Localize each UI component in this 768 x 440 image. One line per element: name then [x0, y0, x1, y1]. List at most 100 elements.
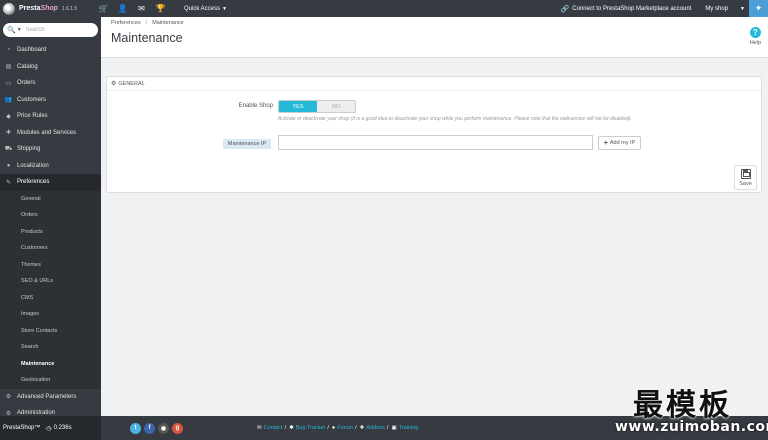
sidebar-item-dashboard[interactable]: ◔ Dashboard: [0, 42, 101, 59]
sidebar-subitem-images[interactable]: Images: [0, 306, 101, 323]
book-icon: ▣: [391, 425, 397, 431]
sidebar-subitem-search[interactable]: Search: [0, 339, 101, 356]
page-title: Maintenance: [111, 31, 183, 45]
sidebar-item-preferences[interactable]: ✎ Preferences: [0, 174, 101, 191]
sidebar-item-customers[interactable]: 👥 Customers: [0, 92, 101, 109]
enable-shop-toggle: YES NO: [278, 100, 356, 113]
truck-icon: ⛟: [4, 146, 13, 153]
sidebar-subitem-cms[interactable]: CMS: [0, 289, 101, 306]
sidebar-item-label: Modules and Services: [17, 129, 77, 136]
header-shortcuts: 🛒 👤 ✉ 🏆: [94, 0, 170, 17]
sidebar-subitem-seo-urls[interactable]: SEO & URLs: [0, 273, 101, 290]
search-icon[interactable]: 🔍: [7, 26, 16, 34]
facebook-icon[interactable]: f: [144, 422, 155, 434]
footer-load-time: 0.236s: [53, 425, 72, 431]
enable-shop-label: Enable Shop: [238, 103, 273, 109]
question-icon: ?: [749, 27, 761, 38]
footer-link-addons[interactable]: Addons: [366, 425, 385, 431]
sidebar-item-orders[interactable]: ▭ Orders: [0, 75, 101, 92]
cogs-icon: ⚙: [5, 394, 12, 401]
sidebar-item-localization[interactable]: ● Localization: [0, 158, 101, 175]
sidebar-subitem-customers[interactable]: Customers: [0, 240, 101, 257]
connect-label: Connect to PrestaShop Marketplace accoun…: [572, 5, 692, 12]
sidebar-item-catalog[interactable]: ▤ Catalog: [0, 59, 101, 76]
search-input[interactable]: [25, 27, 86, 33]
sidebar-menu: ◔ Dashboard ▤ Catalog ▭ Orders 👥 Customers ◆ Pric…: [0, 42, 101, 191]
sidebar-subitem-general[interactable]: General: [0, 190, 101, 207]
sidebar-search: 🔍 ▼: [0, 17, 101, 42]
footer-link-training[interactable]: Training: [399, 425, 419, 431]
caret-down-icon[interactable]: ▼: [740, 6, 745, 12]
tag-icon: ◆: [6, 113, 11, 120]
cart-icon[interactable]: 🛒: [94, 0, 113, 17]
sidebar-submenu: General Orders Products Customers Themes SEO …: [0, 190, 101, 389]
puzzle-icon[interactable]: ✦: [749, 0, 768, 17]
sidebar-menu-after: ⚙ Advanced Parameters ⚙ Administration: [0, 389, 101, 416]
add-my-ip-button[interactable]: + Add my IP: [598, 136, 641, 150]
caret-down-icon[interactable]: ▼: [17, 27, 22, 33]
cogs-icon: ⚙: [111, 81, 117, 87]
maintenance-ip-label: Maintenance IP: [223, 139, 271, 149]
quick-access-label: Quick Access: [184, 5, 221, 12]
caret-down-icon: ▼: [222, 5, 227, 12]
sidebar-item-label: Advanced Parameters: [17, 393, 77, 400]
footer-brand: PrestaShop™ ·◷ 0.236s: [0, 416, 101, 440]
save-button[interactable]: Save: [734, 165, 757, 190]
envelope-icon[interactable]: ✉: [132, 0, 151, 17]
sidebar-item-label: Preferences: [17, 179, 50, 186]
twitter-icon[interactable]: t: [130, 422, 141, 434]
google-plus-icon[interactable]: g: [172, 422, 183, 434]
sidebar-item-label: Customers: [17, 96, 47, 103]
sidebar-item-label: Dashboard: [17, 47, 47, 54]
add-my-ip-label: Add my IP: [609, 140, 636, 146]
sidebar-subitem-themes[interactable]: Themes: [0, 256, 101, 273]
watermark-url: www.zuimoban.com: [615, 419, 768, 435]
footer-link-forum[interactable]: Forum: [337, 425, 353, 431]
trophy-icon[interactable]: 🏆: [151, 0, 170, 17]
sidebar-subitem-products[interactable]: Products: [0, 223, 101, 240]
my-shop-link[interactable]: My shop: [705, 6, 728, 12]
breadcrumb-item[interactable]: Preferences: [111, 20, 141, 26]
footer-link-bug-tracker[interactable]: Bug Tracker: [296, 425, 326, 431]
sidebar-item-advanced-parameters[interactable]: ⚙ Advanced Parameters: [0, 389, 101, 406]
breadcrumb: Preferences / Maintenance: [111, 20, 184, 26]
sidebar-item-label: Shipping: [17, 146, 41, 153]
globe-icon: ●: [6, 162, 11, 169]
toggle-no-option[interactable]: NO: [317, 101, 355, 112]
panel-heading-label: GENERAL: [118, 80, 145, 87]
search-box: 🔍 ▼: [3, 23, 98, 37]
sidebar-item-shipping[interactable]: ⛟ Shipping: [0, 141, 101, 158]
watermark: 最模板 www.zuimoban.com: [605, 380, 768, 438]
toggle-yes-option[interactable]: YES: [279, 101, 317, 112]
clock-icon: ·◷: [44, 425, 52, 432]
quick-access-dropdown[interactable]: Quick Access ▼: [184, 6, 227, 12]
sidebar-subitem-store-contacts[interactable]: Store Contacts: [0, 322, 101, 339]
brand-version: 1.6.1.5: [61, 5, 78, 12]
prestashop-logo-icon: [3, 2, 15, 15]
github-icon[interactable]: ◉: [158, 422, 169, 434]
page-header: Preferences / Maintenance Maintenance ? He…: [101, 17, 768, 58]
sidebar-subitem-orders[interactable]: Orders: [0, 207, 101, 224]
sidebar-item-price-rules[interactable]: ◆ Price Rules: [0, 108, 101, 125]
user-icon[interactable]: 👤: [113, 0, 132, 17]
connect-marketplace-link[interactable]: 🔗 Connect to PrestaShop Marketplace acco…: [561, 5, 692, 13]
sidebar-item-label: Orders: [17, 80, 36, 87]
sidebar-subitem-maintenance[interactable]: Maintenance: [0, 355, 101, 372]
maintenance-ip-input[interactable]: [278, 135, 593, 150]
footer-brand-name: PrestaShop™: [3, 425, 41, 431]
brand-name: PrestaShop: [19, 5, 58, 12]
sidebar-item-label: Price Rules: [17, 113, 48, 120]
dashboard-icon: ◔: [6, 47, 11, 54]
top-header: PrestaShop 1.6.1.5 🛒 👤 ✉ 🏆 Quick Access …: [0, 0, 768, 17]
comments-icon: ●: [331, 425, 336, 431]
floppy-disk-icon: [740, 169, 751, 179]
wrench-icon: ✎: [5, 179, 12, 186]
brand-logo-link[interactable]: PrestaShop 1.6.1.5: [0, 0, 92, 17]
header-right: 🔗 Connect to PrestaShop Marketplace acco…: [561, 0, 768, 17]
footer-link-contact[interactable]: Contact: [264, 425, 283, 431]
puzzle-icon: ✚: [5, 130, 12, 137]
sidebar-subitem-geolocation[interactable]: Geolocation: [0, 372, 101, 389]
sidebar-item-modules-and-services[interactable]: ✚ Modules and Services: [0, 125, 101, 142]
help-button[interactable]: ? Help: [750, 27, 761, 46]
sidebar-item-administration[interactable]: ⚙ Administration: [0, 405, 101, 416]
